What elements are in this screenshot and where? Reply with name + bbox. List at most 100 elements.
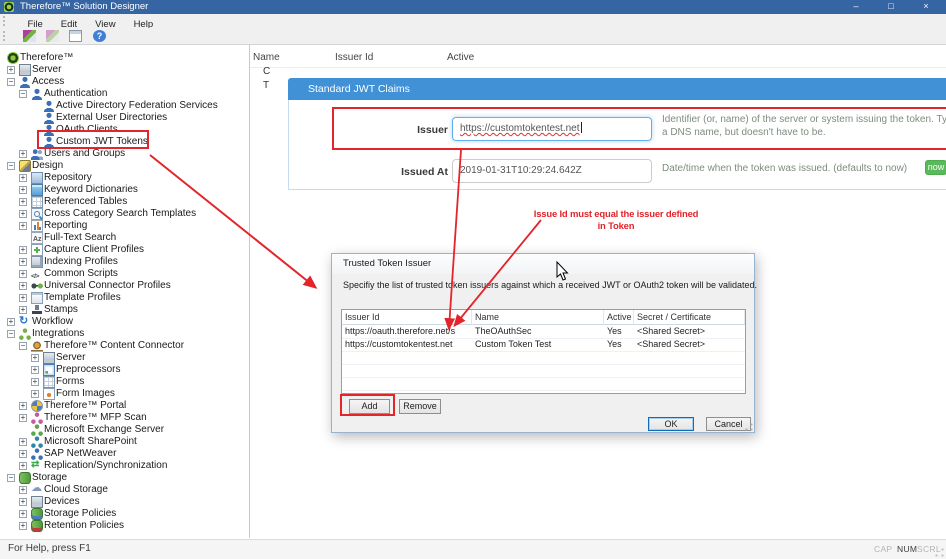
tree-item-workflow[interactable]: +Workflow bbox=[0, 316, 249, 328]
tree-item-therefore-portal[interactable]: +Therefore™ Portal bbox=[0, 400, 249, 412]
expand-icon[interactable]: + bbox=[19, 210, 27, 218]
close-button[interactable]: × bbox=[912, 0, 940, 14]
table-cell[interactable]: <Shared Secret> bbox=[634, 325, 745, 338]
tree-item-cross-category-search-templates[interactable]: +Cross Category Search Templates bbox=[0, 208, 249, 220]
expand-icon[interactable]: + bbox=[19, 198, 27, 206]
table-header-name[interactable]: Name bbox=[472, 310, 604, 325]
tree-item-microsoft-sharepoint[interactable]: +Microsoft SharePoint bbox=[0, 436, 249, 448]
expand-icon[interactable]: + bbox=[7, 318, 15, 326]
dialog-resize-grip[interactable] bbox=[745, 423, 753, 431]
expand-icon[interactable]: + bbox=[19, 174, 27, 182]
tree-item-replication-synchronization[interactable]: +Replication/Synchronization bbox=[0, 460, 249, 472]
expand-icon[interactable]: + bbox=[19, 462, 27, 470]
collapse-icon[interactable]: − bbox=[19, 342, 27, 350]
table-cell[interactable]: Custom Token Test bbox=[472, 338, 604, 351]
list-column-name[interactable]: Name bbox=[253, 52, 280, 63]
table-header-secret-certificate[interactable]: Secret / Certificate bbox=[634, 310, 745, 325]
expand-icon[interactable]: + bbox=[31, 390, 39, 398]
tree-item-indexing-profiles[interactable]: +Indexing Profiles bbox=[0, 256, 249, 268]
tree-item-repository[interactable]: +Repository bbox=[0, 172, 249, 184]
table-cell[interactable]: https://oauth.therefore.net/s bbox=[342, 325, 472, 338]
collapse-icon[interactable]: − bbox=[7, 330, 15, 338]
expand-icon[interactable]: + bbox=[19, 414, 27, 422]
list-column-active[interactable]: Active bbox=[447, 52, 474, 63]
expand-icon[interactable]: + bbox=[19, 282, 27, 290]
table-cell[interactable]: https://customtokentest.net bbox=[342, 338, 472, 351]
expand-icon[interactable]: + bbox=[19, 450, 27, 458]
tree-item-capture-client-profiles[interactable]: +Capture Client Profiles bbox=[0, 244, 249, 256]
list-row-partial[interactable]: C bbox=[263, 66, 270, 77]
expand-icon[interactable]: + bbox=[19, 498, 27, 506]
tree-item-oauth-clients[interactable]: OAuth Clients bbox=[0, 124, 249, 136]
expand-icon[interactable]: + bbox=[7, 66, 15, 74]
expand-icon[interactable]: + bbox=[19, 150, 27, 158]
ok-button[interactable]: OK bbox=[648, 417, 694, 431]
collapse-icon[interactable]: − bbox=[19, 90, 27, 98]
issued-at-input[interactable]: 2019-01-31T10:29:24.642Z bbox=[452, 159, 652, 183]
tree-item-server[interactable]: +Server bbox=[0, 352, 249, 364]
tree-item-full-text-search[interactable]: Full-Text Search bbox=[0, 232, 249, 244]
tree-item-therefore[interactable]: Therefore™ bbox=[0, 52, 249, 64]
tree-item-external-user-directories[interactable]: External User Directories bbox=[0, 112, 249, 124]
tree-item-cloud-storage[interactable]: +Cloud Storage bbox=[0, 484, 249, 496]
expand-icon[interactable]: + bbox=[19, 270, 27, 278]
tree-item-retention-policies[interactable]: +Retention Policies bbox=[0, 520, 249, 532]
tree-item-forms[interactable]: +Forms bbox=[0, 376, 249, 388]
viewer-window-icon[interactable] bbox=[69, 30, 82, 42]
tree-item-storage-policies[interactable]: +Storage Policies bbox=[0, 508, 249, 520]
expand-icon[interactable]: + bbox=[19, 402, 27, 410]
table-header-active[interactable]: Active bbox=[604, 310, 634, 325]
tree-item-universal-connector-profiles[interactable]: +Universal Connector Profiles bbox=[0, 280, 249, 292]
expand-icon[interactable]: + bbox=[19, 222, 27, 230]
tree-item-preprocessors[interactable]: +Preprocessors bbox=[0, 364, 249, 376]
expand-icon[interactable]: + bbox=[19, 294, 27, 302]
tree-item-reporting[interactable]: +Reporting bbox=[0, 220, 249, 232]
remove-button[interactable]: Remove bbox=[399, 399, 441, 414]
list-row-partial[interactable]: T bbox=[263, 80, 269, 91]
design-solution-disabled-icon[interactable] bbox=[46, 30, 59, 42]
add-button[interactable]: Add bbox=[349, 399, 390, 414]
expand-icon[interactable]: + bbox=[31, 378, 39, 386]
tree-item-design[interactable]: −Design bbox=[0, 160, 249, 172]
tree-item-template-profiles[interactable]: +Template Profiles bbox=[0, 292, 249, 304]
expand-icon[interactable]: + bbox=[19, 258, 27, 266]
minimize-button[interactable]: – bbox=[842, 0, 870, 14]
tree-item-common-scripts[interactable]: +Common Scripts bbox=[0, 268, 249, 280]
tree-item-therefore-mfp-scan[interactable]: +Therefore™ MFP Scan bbox=[0, 412, 249, 424]
list-column-issuer-id[interactable]: Issuer Id bbox=[335, 52, 373, 63]
dialog-title-bar[interactable]: Trusted Token Issuer bbox=[332, 254, 754, 274]
collapse-icon[interactable]: − bbox=[7, 162, 15, 170]
issuer-input[interactable]: https://customtokentest.net bbox=[452, 117, 652, 141]
tree-item-server[interactable]: +Server bbox=[0, 64, 249, 76]
help-icon[interactable]: ? bbox=[93, 30, 106, 42]
collapse-icon[interactable]: − bbox=[7, 474, 15, 482]
tree-item-microsoft-exchange-server[interactable]: Microsoft Exchange Server bbox=[0, 424, 249, 436]
table-cell[interactable]: TheOAuthSec bbox=[472, 325, 604, 338]
tree-item-users-and-groups[interactable]: +Users and Groups bbox=[0, 148, 249, 160]
expand-icon[interactable]: + bbox=[19, 186, 27, 194]
expand-icon[interactable]: + bbox=[19, 306, 27, 314]
tree-item-integrations[interactable]: −Integrations bbox=[0, 328, 249, 340]
expand-icon[interactable]: + bbox=[19, 522, 27, 530]
tree-item-therefore-content-connector[interactable]: −Therefore™ Content Connector bbox=[0, 340, 249, 352]
tree-item-keyword-dictionaries[interactable]: +Keyword Dictionaries bbox=[0, 184, 249, 196]
expand-icon[interactable]: + bbox=[19, 510, 27, 518]
tree-item-devices[interactable]: +Devices bbox=[0, 496, 249, 508]
tree-item-active-directory-federation-services[interactable]: Active Directory Federation Services bbox=[0, 100, 249, 112]
maximize-button[interactable]: □ bbox=[877, 0, 905, 14]
tree-item-stamps[interactable]: +Stamps bbox=[0, 304, 249, 316]
tree-item-form-images[interactable]: +Form Images bbox=[0, 388, 249, 400]
table-cell[interactable]: <Shared Secret> bbox=[634, 338, 745, 351]
tree-item-referenced-tables[interactable]: +Referenced Tables bbox=[0, 196, 249, 208]
now-button[interactable]: now bbox=[925, 160, 946, 175]
expand-icon[interactable]: + bbox=[31, 366, 39, 374]
tree-item-access[interactable]: −Access bbox=[0, 76, 249, 88]
expand-icon[interactable]: + bbox=[19, 246, 27, 254]
tree-item-custom-jwt-tokens[interactable]: Custom JWT Tokens bbox=[0, 136, 249, 148]
expand-icon[interactable]: + bbox=[19, 486, 27, 494]
collapse-icon[interactable]: − bbox=[7, 78, 15, 86]
tree-item-authentication[interactable]: −Authentication bbox=[0, 88, 249, 100]
table-header-issuer-id[interactable]: Issuer Id bbox=[342, 310, 472, 325]
design-solution-icon[interactable] bbox=[23, 30, 36, 42]
expand-icon[interactable]: + bbox=[19, 438, 27, 446]
